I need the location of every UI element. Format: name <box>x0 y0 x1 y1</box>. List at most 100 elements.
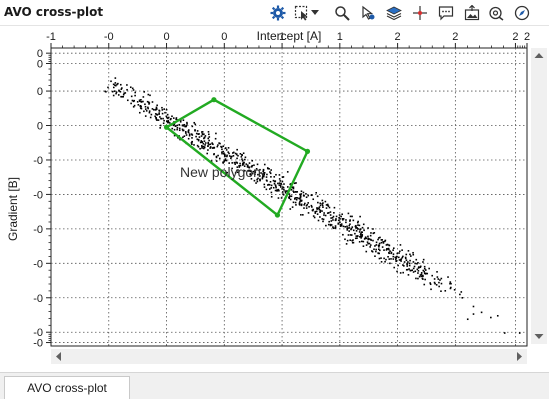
scatter-point <box>142 96 145 98</box>
scatter-point <box>283 188 285 191</box>
scatter-point <box>221 148 223 151</box>
scatter-point <box>289 208 292 210</box>
scatter-point <box>403 261 406 263</box>
selection-mode-icon[interactable] <box>292 3 312 23</box>
scatter-point <box>181 128 184 131</box>
scatter-point <box>338 216 340 219</box>
scatter-point <box>461 297 464 299</box>
scatter-point <box>159 124 162 127</box>
scatter-point <box>187 137 190 140</box>
scatter-point <box>171 127 174 130</box>
scatter-point <box>113 90 116 92</box>
annotation-icon[interactable] <box>436 3 456 23</box>
scatter-point <box>325 224 327 227</box>
scatter-point <box>378 245 380 248</box>
x-tick-label: 1 <box>337 31 343 43</box>
scatter-point <box>270 176 272 178</box>
scatter-point <box>358 224 361 227</box>
scatter-point <box>337 219 340 222</box>
scatter-point <box>387 247 390 250</box>
scatter-point <box>255 182 257 184</box>
scatter-point <box>300 204 303 207</box>
scatter-point <box>369 244 372 246</box>
scatter-point <box>161 112 164 115</box>
zoom-icon[interactable] <box>332 3 352 23</box>
y-tick-label: -0 <box>33 189 43 201</box>
scatter-point <box>286 186 289 188</box>
scatter-point <box>345 243 348 245</box>
scatter-point <box>420 272 423 274</box>
scatter-point <box>154 113 157 115</box>
crosshair-icon[interactable] <box>410 3 430 23</box>
scatter-point <box>302 191 305 194</box>
scroll-up-icon[interactable] <box>534 53 544 58</box>
scroll-down-icon[interactable] <box>534 334 544 339</box>
scatter-point <box>224 158 227 160</box>
compass-icon[interactable] <box>512 3 532 23</box>
scatter-point <box>302 214 304 216</box>
layers-icon[interactable] <box>384 3 404 23</box>
export-image-icon[interactable] <box>462 3 482 23</box>
scatter-point <box>222 150 225 153</box>
scatter-point <box>447 276 449 278</box>
scatter-point <box>163 108 166 110</box>
scatter-point <box>174 125 177 127</box>
scatter-point <box>440 277 443 280</box>
scatter-point <box>423 270 426 273</box>
scatter-point <box>408 268 410 270</box>
vertical-scrollbar[interactable] <box>531 48 547 344</box>
scatter-point <box>300 193 303 195</box>
x-tick-label: 2 <box>452 31 458 43</box>
pick-icon[interactable] <box>358 3 378 23</box>
scatter-point <box>228 152 230 155</box>
scatter-point <box>225 159 228 162</box>
scatter-point <box>414 270 417 273</box>
scatter-point <box>392 247 395 250</box>
scatter-point <box>166 120 168 123</box>
scatter-point <box>349 223 351 225</box>
tab-avo-crossplot[interactable]: AVO cross-plot <box>4 376 130 399</box>
scatter-point <box>397 264 399 267</box>
scatter-point <box>324 214 327 217</box>
scatter-point <box>339 225 342 227</box>
scatter-point <box>406 268 409 271</box>
scatter-point <box>411 269 414 271</box>
scatter-point <box>392 258 395 260</box>
scatter-point <box>348 224 351 227</box>
scatter-point <box>199 147 201 150</box>
scatter-point <box>299 196 302 198</box>
scroll-right-icon[interactable] <box>517 352 522 361</box>
scatter-point <box>149 116 152 119</box>
plot-area[interactable]: -1 -0 0 0 1 1 2 2 2 2 0 0 0 0 -0 -0 -0 -0 -0 -0 -0 Intercept… <box>0 26 549 366</box>
scatter-point <box>290 195 293 198</box>
horizontal-scrollbar[interactable] <box>51 349 527 364</box>
find-icon[interactable] <box>486 3 506 23</box>
scatter-point <box>310 204 313 207</box>
scatter-point <box>313 216 316 219</box>
scatter-point <box>423 267 426 270</box>
scatter-point <box>328 206 331 209</box>
scatter-point <box>121 87 123 89</box>
scatter-point <box>389 250 391 252</box>
scatter-point <box>240 156 243 158</box>
scatter-point <box>198 136 201 138</box>
scatter-point <box>191 137 193 139</box>
scatter-point <box>305 207 308 209</box>
scatter-point <box>346 229 349 231</box>
scatter-point <box>380 261 383 263</box>
scatter-point <box>223 153 226 156</box>
x-tick-label: 0 <box>221 31 227 43</box>
scatter-point <box>367 238 369 241</box>
scatter-point <box>460 291 463 293</box>
scatter-point <box>203 140 206 142</box>
scatter-point <box>365 244 368 246</box>
gear-icon[interactable] <box>268 3 288 23</box>
scroll-left-icon[interactable] <box>56 352 61 361</box>
scatter-point <box>201 131 204 133</box>
scatter-point <box>114 77 117 79</box>
scatter-point <box>283 183 285 185</box>
scatter-point <box>412 253 415 256</box>
scatter-point <box>345 219 347 221</box>
dropdown-arrow-icon[interactable] <box>310 3 320 23</box>
avo-crossplot-chart[interactable]: -1 -0 0 0 1 1 2 2 2 20000-0-0-0-0-0-0-0 Intercept… <box>0 26 549 366</box>
